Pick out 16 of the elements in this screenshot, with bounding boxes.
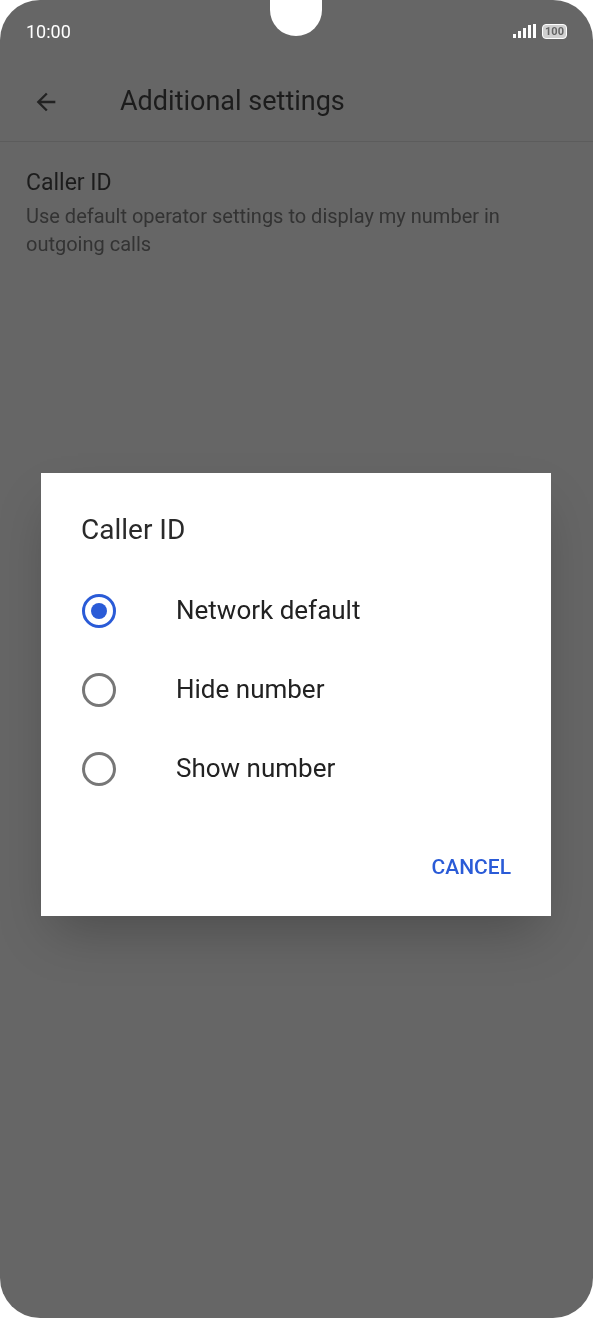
dialog-title: Caller ID: [81, 513, 186, 546]
radio-option[interactable]: Show number: [41, 729, 551, 808]
radio-button[interactable]: [82, 751, 116, 786]
status-time: 10:00: [26, 19, 71, 44]
cancel-button[interactable]: CANCEL: [421, 848, 521, 888]
radio-button[interactable]: [82, 672, 116, 707]
radio-option[interactable]: Network default: [41, 571, 551, 650]
option-label: Network default: [176, 594, 361, 627]
setting-title: Caller ID: [26, 168, 113, 198]
battery-icon: 100: [542, 23, 567, 39]
option-label: Hide number: [176, 673, 325, 706]
radio-option[interactable]: Hide number: [41, 650, 551, 729]
option-label: Show number: [176, 752, 336, 785]
radio-button[interactable]: [82, 593, 116, 628]
signal-icon: [513, 24, 538, 38]
page-title: Additional settings: [120, 84, 345, 120]
